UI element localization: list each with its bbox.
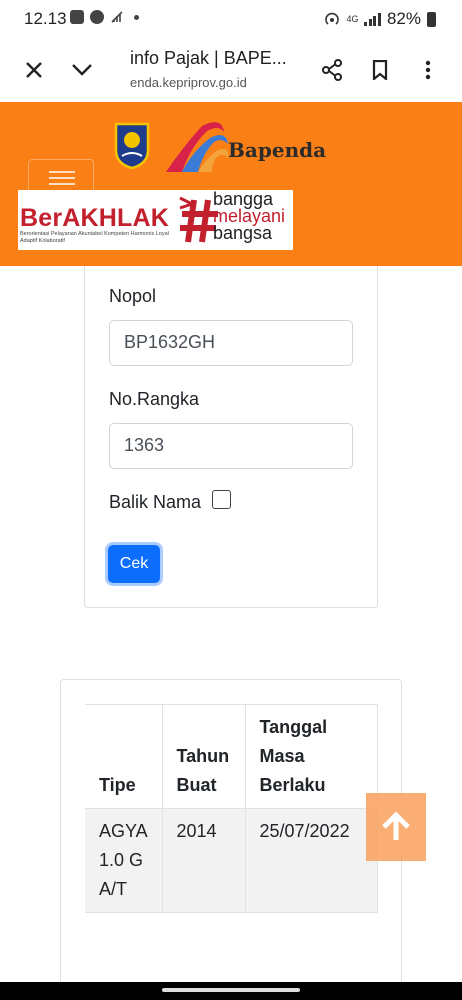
balik-nama-checkbox[interactable] (212, 490, 231, 509)
nopol-input[interactable]: BP1632GH (109, 320, 353, 366)
rangka-input[interactable]: 1363 (109, 423, 353, 469)
table-header-row: Tipe Tahun Buat Tanggal Masa Berlaku (85, 704, 378, 809)
briefcase-icon (70, 10, 84, 24)
close-icon[interactable] (16, 52, 52, 88)
berakhlak-banner: BerAKHLAK Berorientasi Pelayanan Akuntab… (18, 190, 293, 250)
system-nav-bar (0, 982, 462, 1000)
header-tipe: Tipe (85, 704, 163, 809)
cek-button[interactable]: Cek (108, 545, 160, 583)
nopol-label: Nopol (109, 286, 157, 306)
bapenda-logo[interactable]: Bapenda (162, 118, 327, 176)
vehicle-check-form: Nopol BP1632GH No.Rangka 1363 Balik Nama… (84, 266, 378, 608)
battery-icon (427, 11, 436, 27)
banner-motto: bangga melayani bangsa (213, 189, 286, 243)
bapenda-swirl-icon (166, 122, 229, 172)
banner-title: BerAKHLAK (20, 204, 170, 232)
battery-percent: 82% (386, 9, 421, 28)
rangka-label: No.Rangka (109, 389, 200, 409)
result-card: Tipe Tahun Buat Tanggal Masa Berlaku AGY… (60, 679, 402, 1000)
arrow-up-icon (382, 811, 410, 840)
cell-tipe: AGYA 1.0 G A/T (85, 808, 163, 913)
site-header: Bapenda BerAKHLAK Berorientasi Pelayanan… (0, 102, 462, 266)
banner-subtitle: Berorientasi Pelayanan Akuntabel Kompete… (20, 231, 169, 244)
network-type: 4G (346, 13, 359, 24)
status-right: 4G 82% (324, 9, 436, 29)
page-url: enda.kepriprov.go.id (130, 75, 247, 90)
balik-nama-label: Balik Nama (109, 492, 202, 512)
dot-icon (134, 14, 139, 20)
table-row: AGYA 1.0 G A/T 2014 25/07/2022 (85, 808, 378, 913)
cell-tanggal-masa-berlaku: 25/07/2022 (244, 808, 378, 913)
browser-toolbar: info Pajak | BAPE... enda.kepriprov.go.i… (0, 38, 462, 102)
scroll-to-top-button[interactable] (366, 793, 426, 861)
result-table: Tipe Tahun Buat Tanggal Masa Berlaku AGY… (85, 704, 378, 913)
status-bar: 12.13 4G 82% (0, 0, 462, 38)
app-icon (90, 10, 104, 24)
header-tanggal-masa-berlaku: Tanggal Masa Berlaku (244, 704, 378, 809)
hotspot-icon (325, 12, 340, 25)
cellular-signal-icon (364, 12, 381, 26)
home-gesture-bar[interactable] (162, 988, 300, 992)
more-vert-icon[interactable] (410, 52, 446, 88)
page-title: info Pajak | BAPE... (130, 48, 287, 68)
bookmark-icon[interactable] (362, 52, 398, 88)
bapenda-logo-text: Bapenda (228, 138, 327, 162)
share-icon[interactable] (314, 52, 350, 88)
chevron-down-icon[interactable] (64, 52, 100, 88)
notification-icons (70, 10, 139, 24)
header-tahun-buat: Tahun Buat (161, 704, 246, 809)
cell-tahun-buat: 2014 (161, 808, 246, 913)
status-time: 12.13 (24, 9, 67, 28)
province-emblem-icon (114, 122, 150, 170)
signal-crossed-icon (111, 11, 123, 23)
